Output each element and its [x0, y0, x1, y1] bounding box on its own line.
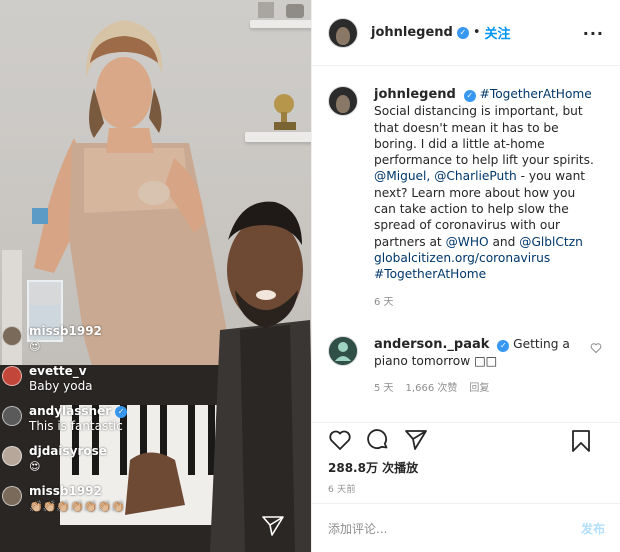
verified-icon: ✓ — [497, 339, 510, 352]
live-comment: djdaisyrose 😍 — [2, 444, 107, 474]
comment-text: This is fantastic — [29, 419, 123, 433]
commenter-username: missb1992 — [29, 324, 102, 338]
commenter-avatar — [2, 366, 22, 386]
commenter-avatar — [2, 446, 22, 466]
comment-emoji: 😍 — [29, 340, 41, 353]
verified-icon: ✓ — [463, 90, 476, 102]
avatar[interactable] — [328, 86, 358, 116]
comment-text: Baby yoda — [29, 379, 93, 393]
post-caption: johnlegend ✓ #TogetherAtHome Social dist… — [374, 86, 594, 311]
comment-age: 5 天 — [374, 383, 394, 395]
view-count: 288.8万 次播放 — [328, 461, 419, 475]
post-author-username[interactable]: johnlegend — [371, 25, 453, 40]
mention-link[interactable]: @CharliePuth — [434, 169, 517, 183]
comment-body: anderson._paak ✓ Getting a piano tomorro… — [374, 336, 570, 398]
avatar[interactable] — [328, 335, 358, 366]
comment-icon[interactable] — [366, 428, 390, 452]
send-icon[interactable] — [262, 516, 284, 536]
more-horizontal-icon[interactable]: ··· — [583, 24, 604, 43]
commenter-avatar — [2, 406, 22, 426]
comment-input[interactable]: 添加评论... — [328, 520, 387, 537]
live-comment: evette_v Baby yoda — [2, 364, 93, 394]
verified-icon: ✓ — [456, 26, 469, 39]
comment-emoji: 👏🏼👏🏼👏🏼👏🏼👏🏼👏🏼👏🏼 — [29, 500, 125, 513]
reply-button[interactable]: 回复 — [469, 381, 489, 397]
mention-link[interactable]: @GlblCtzn — [519, 235, 583, 249]
comment-trailing: □□ — [474, 354, 498, 369]
verified-icon: ✓ — [115, 405, 128, 418]
caption-text: and — [488, 234, 520, 249]
add-comment-bar: 添加评论... 发布 — [312, 503, 620, 552]
post-header: johnlegend ✓ • 关注 ··· — [312, 0, 620, 66]
post-comment-button[interactable]: 发布 — [581, 520, 605, 537]
comment-username[interactable]: anderson._paak — [374, 337, 489, 352]
wall-shelf — [250, 20, 311, 28]
caption-username[interactable]: johnlegend — [374, 87, 456, 102]
bookmark-icon[interactable] — [571, 429, 591, 453]
heart-icon[interactable] — [590, 342, 602, 354]
comment-likes[interactable]: 1,666 次赞 — [406, 381, 458, 397]
comment-emoji: 😍 — [29, 460, 41, 473]
post-time: 6 天前 — [328, 485, 356, 495]
share-icon[interactable] — [404, 428, 428, 452]
post-panel: johnlegend ✓ • 关注 ··· johnlegend ✓ #Toge… — [311, 0, 620, 552]
heart-icon[interactable] — [328, 428, 352, 452]
hashtag-link[interactable]: #TogetherAtHome — [374, 267, 486, 281]
commenter-username: andylassner — [29, 404, 112, 418]
comment-row: anderson._paak ✓ Getting a piano tomorro… — [328, 335, 604, 398]
mention-link[interactable]: @Miguel, — [374, 169, 430, 183]
award-trophy — [274, 94, 296, 130]
live-video[interactable]: missb1992 😍 evette_v Baby yoda andylassn… — [0, 0, 311, 552]
hashtag-link[interactable]: #TogetherAtHome — [480, 87, 592, 101]
live-comment: missb1992 👏🏼👏🏼👏🏼👏🏼👏🏼👏🏼👏🏼 — [2, 484, 125, 514]
separator-dot: • — [472, 25, 481, 40]
follow-button[interactable]: 关注 — [485, 23, 511, 42]
commenter-username: djdaisyrose — [29, 444, 107, 458]
post-actions: 288.8万 次播放 6 天前 — [312, 422, 620, 495]
live-comment: missb1992 😍 — [2, 324, 102, 354]
caption-text: Social distancing is important, but that… — [374, 104, 594, 168]
mention-link[interactable]: @WHO — [446, 235, 489, 249]
caption-row: johnlegend ✓ #TogetherAtHome Social dist… — [328, 86, 604, 311]
live-comment: andylassner ✓ This is fantastic — [2, 404, 128, 434]
url-link[interactable]: globalcitizen.org/coronavirus — [374, 251, 550, 265]
caption-age: 6 天 — [374, 296, 394, 308]
commenter-username: evette_v — [29, 364, 87, 378]
commenter-username: missb1992 — [29, 484, 102, 498]
avatar[interactable] — [328, 17, 358, 48]
shelf-decor — [258, 2, 304, 18]
man-figure — [210, 201, 311, 552]
commenter-avatar — [2, 486, 22, 506]
comments-area: johnlegend ✓ #TogetherAtHome Social dist… — [312, 66, 620, 422]
commenter-avatar — [2, 326, 22, 346]
